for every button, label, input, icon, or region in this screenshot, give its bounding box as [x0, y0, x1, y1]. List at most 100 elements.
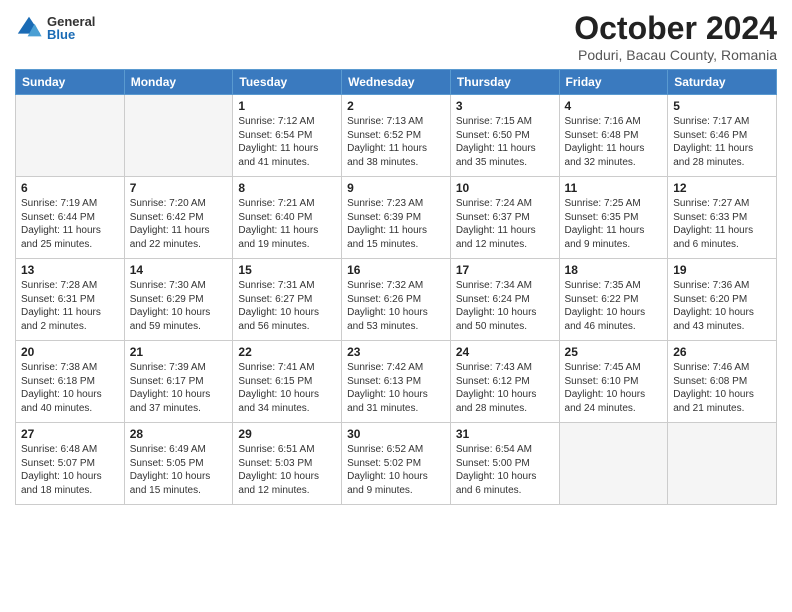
day-number: 5: [673, 99, 771, 113]
day-info: Sunrise: 7:39 AMSunset: 6:17 PMDaylight:…: [130, 361, 228, 415]
calendar-cell: 16 Sunrise: 7:32 AMSunset: 6:26 PMDayligh…: [342, 259, 451, 341]
day-info: Sunrise: 7:17 AMSunset: 6:46 PMDaylight:…: [673, 115, 771, 169]
day-info: Sunrise: 6:54 AMSunset: 5:00 PMDaylight:…: [456, 443, 554, 497]
day-info: Sunrise: 7:21 AMSunset: 6:40 PMDaylight:…: [238, 197, 336, 251]
calendar-week-row: 13 Sunrise: 7:28 AMSunset: 6:31 PMDayligh…: [16, 259, 777, 341]
calendar-cell: 25 Sunrise: 7:45 AMSunset: 6:10 PMDayligh…: [559, 341, 668, 423]
day-info: Sunrise: 7:41 AMSunset: 6:15 PMDaylight:…: [238, 361, 336, 415]
calendar-table: SundayMondayTuesdayWednesdayThursdayFrid…: [15, 69, 777, 505]
calendar-cell: 20 Sunrise: 7:38 AMSunset: 6:18 PMDayligh…: [16, 341, 125, 423]
calendar-cell: 7 Sunrise: 7:20 AMSunset: 6:42 PMDaylight…: [124, 177, 233, 259]
day-info: Sunrise: 7:20 AMSunset: 6:42 PMDaylight:…: [130, 197, 228, 251]
day-info: Sunrise: 7:32 AMSunset: 6:26 PMDaylight:…: [347, 279, 445, 333]
calendar-cell: 30 Sunrise: 6:52 AMSunset: 5:02 PMDayligh…: [342, 423, 451, 505]
day-number: 20: [21, 345, 119, 359]
day-info: Sunrise: 7:24 AMSunset: 6:37 PMDaylight:…: [456, 197, 554, 251]
calendar-cell: 31 Sunrise: 6:54 AMSunset: 5:00 PMDayligh…: [450, 423, 559, 505]
day-info: Sunrise: 7:16 AMSunset: 6:48 PMDaylight:…: [565, 115, 663, 169]
day-number: 13: [21, 263, 119, 277]
page: General Blue October 2024 Poduri, Bacau …: [0, 0, 792, 612]
day-number: 22: [238, 345, 336, 359]
calendar-cell: 24 Sunrise: 7:43 AMSunset: 6:12 PMDayligh…: [450, 341, 559, 423]
calendar-day-header: Saturday: [668, 70, 777, 95]
day-number: 8: [238, 181, 336, 195]
calendar-cell: 12Sunrise: 7:27 AMSunset: 6:33 PMDayligh…: [668, 177, 777, 259]
day-info: Sunrise: 7:46 AMSunset: 6:08 PMDaylight:…: [673, 361, 771, 415]
calendar-cell: 28Sunrise: 6:49 AMSunset: 5:05 PMDayligh…: [124, 423, 233, 505]
day-number: 10: [456, 181, 554, 195]
day-info: Sunrise: 7:43 AMSunset: 6:12 PMDaylight:…: [456, 361, 554, 415]
calendar-cell: 9 Sunrise: 7:23 AMSunset: 6:39 PMDaylight…: [342, 177, 451, 259]
day-info: Sunrise: 7:23 AMSunset: 6:39 PMDaylight:…: [347, 197, 445, 251]
calendar-cell: 14Sunrise: 7:30 AMSunset: 6:29 PMDayligh…: [124, 259, 233, 341]
day-info: Sunrise: 7:15 AMSunset: 6:50 PMDaylight:…: [456, 115, 554, 169]
day-info: Sunrise: 7:30 AMSunset: 6:29 PMDaylight:…: [130, 279, 228, 333]
calendar-day-header: Sunday: [16, 70, 125, 95]
calendar-cell: [668, 423, 777, 505]
day-number: 21: [130, 345, 228, 359]
day-number: 9: [347, 181, 445, 195]
calendar-cell: [16, 95, 125, 177]
calendar-cell: 4Sunrise: 7:16 AMSunset: 6:48 PMDaylight…: [559, 95, 668, 177]
day-number: 11: [565, 181, 663, 195]
calendar-cell: 26 Sunrise: 7:46 AMSunset: 6:08 PMDayligh…: [668, 341, 777, 423]
month-title: October 2024: [574, 10, 777, 47]
calendar-cell: 11 Sunrise: 7:25 AMSunset: 6:35 PMDayligh…: [559, 177, 668, 259]
day-number: 2: [347, 99, 445, 113]
calendar-cell: 17Sunrise: 7:34 AMSunset: 6:24 PMDayligh…: [450, 259, 559, 341]
logo-blue: Blue: [47, 28, 95, 41]
calendar-cell: [559, 423, 668, 505]
calendar-day-header: Wednesday: [342, 70, 451, 95]
calendar-week-row: 1 Sunrise: 7:12 AMSunset: 6:54 PMDaylight…: [16, 95, 777, 177]
calendar-cell: 29 Sunrise: 6:51 AMSunset: 5:03 PMDayligh…: [233, 423, 342, 505]
calendar-cell: [124, 95, 233, 177]
day-info: Sunrise: 6:48 AMSunset: 5:07 PMDaylight:…: [21, 443, 119, 497]
calendar-week-row: 6 Sunrise: 7:19 AMSunset: 6:44 PMDaylight…: [16, 177, 777, 259]
day-number: 30: [347, 427, 445, 441]
calendar-day-header: Tuesday: [233, 70, 342, 95]
logo-icon: [15, 14, 43, 42]
day-number: 16: [347, 263, 445, 277]
day-info: Sunrise: 7:25 AMSunset: 6:35 PMDaylight:…: [565, 197, 663, 251]
day-number: 24: [456, 345, 554, 359]
day-info: Sunrise: 7:27 AMSunset: 6:33 PMDaylight:…: [673, 197, 771, 251]
calendar-cell: 18Sunrise: 7:35 AMSunset: 6:22 PMDayligh…: [559, 259, 668, 341]
calendar-cell: 13 Sunrise: 7:28 AMSunset: 6:31 PMDayligh…: [16, 259, 125, 341]
calendar-cell: 3Sunrise: 7:15 AMSunset: 6:50 PMDaylight…: [450, 95, 559, 177]
calendar-cell: 6 Sunrise: 7:19 AMSunset: 6:44 PMDaylight…: [16, 177, 125, 259]
calendar-cell: 21 Sunrise: 7:39 AMSunset: 6:17 PMDayligh…: [124, 341, 233, 423]
day-info: Sunrise: 7:19 AMSunset: 6:44 PMDaylight:…: [21, 197, 119, 251]
day-info: Sunrise: 7:42 AMSunset: 6:13 PMDaylight:…: [347, 361, 445, 415]
day-info: Sunrise: 7:38 AMSunset: 6:18 PMDaylight:…: [21, 361, 119, 415]
day-number: 26: [673, 345, 771, 359]
day-info: Sunrise: 7:28 AMSunset: 6:31 PMDaylight:…: [21, 279, 119, 333]
day-number: 6: [21, 181, 119, 195]
day-number: 7: [130, 181, 228, 195]
calendar-day-header: Friday: [559, 70, 668, 95]
calendar-cell: 5 Sunrise: 7:17 AMSunset: 6:46 PMDaylight…: [668, 95, 777, 177]
day-number: 1: [238, 99, 336, 113]
day-number: 15: [238, 263, 336, 277]
calendar-cell: 8 Sunrise: 7:21 AMSunset: 6:40 PMDaylight…: [233, 177, 342, 259]
day-info: Sunrise: 7:12 AMSunset: 6:54 PMDaylight:…: [238, 115, 336, 169]
day-number: 29: [238, 427, 336, 441]
calendar-week-row: 27Sunrise: 6:48 AMSunset: 5:07 PMDayligh…: [16, 423, 777, 505]
day-info: Sunrise: 6:52 AMSunset: 5:02 PMDaylight:…: [347, 443, 445, 497]
calendar-cell: 15 Sunrise: 7:31 AMSunset: 6:27 PMDayligh…: [233, 259, 342, 341]
day-number: 25: [565, 345, 663, 359]
day-number: 31: [456, 427, 554, 441]
calendar-day-header: Thursday: [450, 70, 559, 95]
calendar-cell: 1 Sunrise: 7:12 AMSunset: 6:54 PMDaylight…: [233, 95, 342, 177]
calendar-cell: 2Sunrise: 7:13 AMSunset: 6:52 PMDaylight…: [342, 95, 451, 177]
day-info: Sunrise: 7:35 AMSunset: 6:22 PMDaylight:…: [565, 279, 663, 333]
calendar-week-row: 20 Sunrise: 7:38 AMSunset: 6:18 PMDayligh…: [16, 341, 777, 423]
day-info: Sunrise: 7:36 AMSunset: 6:20 PMDaylight:…: [673, 279, 771, 333]
day-info: Sunrise: 7:45 AMSunset: 6:10 PMDaylight:…: [565, 361, 663, 415]
day-info: Sunrise: 7:31 AMSunset: 6:27 PMDaylight:…: [238, 279, 336, 333]
calendar-cell: 19Sunrise: 7:36 AMSunset: 6:20 PMDayligh…: [668, 259, 777, 341]
day-number: 23: [347, 345, 445, 359]
day-info: Sunrise: 7:34 AMSunset: 6:24 PMDaylight:…: [456, 279, 554, 333]
calendar-day-header: Monday: [124, 70, 233, 95]
logo-text: General Blue: [47, 15, 95, 41]
day-info: Sunrise: 6:51 AMSunset: 5:03 PMDaylight:…: [238, 443, 336, 497]
